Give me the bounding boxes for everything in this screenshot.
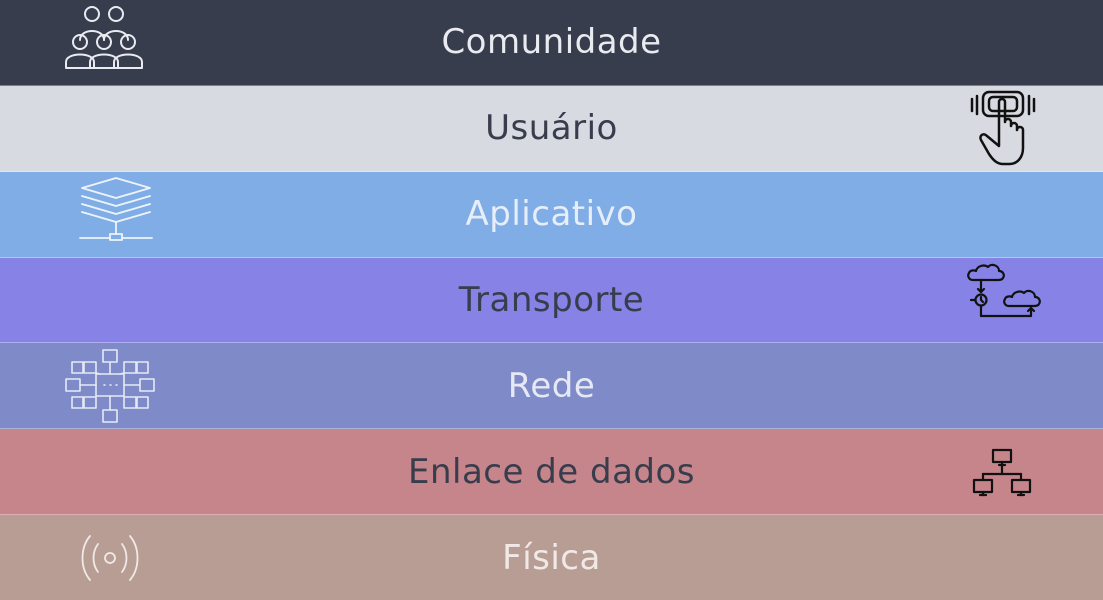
layer-fisica: Física xyxy=(0,515,1103,600)
layer-enlace-de-dados: Enlace de dados xyxy=(0,429,1103,516)
layer-aplicativo: Aplicativo xyxy=(0,171,1103,258)
layers-network-icon xyxy=(60,176,160,252)
layer-label: Rede xyxy=(507,365,596,406)
layer-transporte: Transporte xyxy=(0,257,1103,344)
osi-layer-stack: Comunidade Usuário Aplicativo Transporte… xyxy=(0,0,1103,600)
layer-label: Aplicativo xyxy=(465,194,638,235)
community-icon xyxy=(60,4,160,80)
network-grid-icon xyxy=(60,348,160,424)
network-topology-icon xyxy=(953,432,1053,512)
layer-label: Transporte xyxy=(458,280,645,320)
layer-label: Comunidade xyxy=(441,22,662,63)
layer-label: Usuário xyxy=(485,108,618,149)
layer-label: Física xyxy=(502,537,601,578)
tap-hand-icon xyxy=(953,88,1053,168)
layer-usuario: Usuário xyxy=(0,85,1103,172)
radio-signal-icon xyxy=(60,520,160,596)
layer-comunidade: Comunidade xyxy=(0,0,1103,86)
cloud-transfer-icon xyxy=(953,260,1053,340)
layer-label: Enlace de dados xyxy=(407,451,696,492)
layer-rede: Rede xyxy=(0,343,1103,430)
